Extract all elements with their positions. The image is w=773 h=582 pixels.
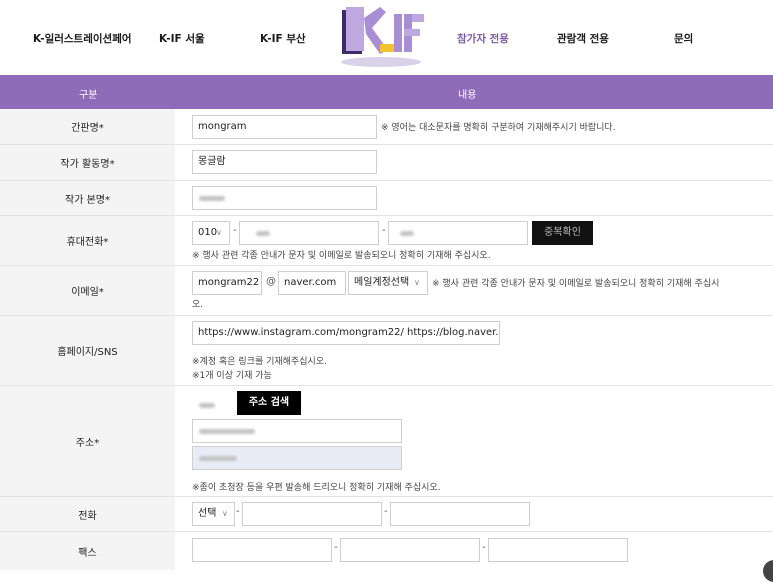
row-fax: 팩스 - - [0,532,773,570]
label-mobile: 휴대전화* [0,216,175,265]
separator-dash: - [384,506,388,517]
nav-item-k-illustration-fair[interactable]: K-일러스트레이션페어 [33,31,132,46]
email-at-sign: @ [266,276,276,287]
email-domain-select-value: 메일계정선택 [354,277,410,288]
table-header: 구분 내용 [0,75,773,109]
phone-last-input[interactable] [390,502,530,526]
chevron-down-icon: ∨ [414,278,420,287]
blurred-text [400,231,414,236]
nav-item-contact[interactable]: 문의 [674,31,693,46]
email-note-line1: ※ 행사 관련 각종 안내가 문자 및 이메일로 발송되오니 정확히 기재해 주… [432,279,720,289]
fax-first-input[interactable] [192,538,332,562]
label-phone: 전화 [0,497,175,531]
label-signboard: 간판명* [0,109,175,144]
nav-item-participants[interactable]: 참가자 전용 [457,31,509,46]
phone-prefix-value: 선택 [198,508,217,519]
nav-item-kif-busan[interactable]: K-IF 부산 [260,31,306,46]
row-email: 이메일* mongram22 @ naver.com 메일계정선택 ∨ ※ 행사… [0,266,773,316]
separator-dash: - [482,542,486,553]
scroll-top-button[interactable] [763,560,773,582]
label-artist-name: 작가 활동명* [0,145,175,180]
homepage-note-2: ※1개 이상 기재 가능 [192,371,272,381]
artist-name-input[interactable]: 몽글람 [192,150,377,174]
label-email: 이메일* [0,266,175,315]
homepage-note-1: ※계정 혹은 링크를 기재해주십시오. [192,357,327,367]
row-phone: 전화 선택 ∨ - - [0,497,773,532]
mobile-prefix-value: 010 [198,227,218,238]
chevron-down-icon: ∨ [216,228,222,237]
blurred-text [199,429,255,434]
row-mobile: 휴대전화* 010 ∨ - - 중복확인 ※ 행사 관련 각종 안내가 문자 및… [0,216,773,266]
row-homepage: 홈페이지/SNS https://www.instagram.com/mongr… [0,316,773,386]
label-real-name: 작가 본명* [0,181,175,215]
blurred-text [199,456,237,461]
signboard-input[interactable]: mongram [192,115,377,139]
homepage-input[interactable]: https://www.instagram.com/mongram22/ htt… [192,321,500,345]
row-signboard: 간판명* mongram ※ 영어는 대소문자를 명확히 구분하여 기재해주시기… [0,109,773,145]
separator-dash: - [236,506,240,517]
nav-item-kif-seoul[interactable]: K-IF 서울 [159,31,205,46]
address-search-button[interactable]: 주소 검색 [237,391,301,415]
kif-logo[interactable] [336,4,426,68]
blurred-postcode [199,403,215,408]
header-label-category: 구분 [79,90,98,101]
blurred-text [199,196,225,201]
label-address: 주소* [0,386,175,496]
fax-middle-input[interactable] [340,538,480,562]
mobile-note: ※ 행사 관련 각종 안내가 문자 및 이메일로 발송되오니 정확히 기재해 주… [192,251,491,261]
separator-dash: - [334,542,338,553]
label-fax: 팩스 [0,532,175,570]
phone-prefix-select[interactable]: 선택 [192,502,235,526]
signboard-note: ※ 영어는 대소문자를 명확히 구분하여 기재해주시기 바랍니다. [381,123,616,133]
label-homepage: 홈페이지/SNS [0,316,175,385]
nav-item-visitors[interactable]: 관람객 전용 [557,31,609,46]
email-note-line2: 오. [192,300,204,310]
phone-middle-input[interactable] [242,502,382,526]
separator-dash: - [233,225,237,236]
email-domain-input[interactable]: naver.com [278,271,346,295]
header-label-content: 내용 [458,90,477,101]
row-address: 주소* 주소 검색 ※종이 초청장 등을 우편 발송해 드리오니 정확히 기재해… [0,386,773,497]
top-nav: K-일러스트레이션페어 K-IF 서울 K-IF 부산 참가자 전용 관람객 전… [0,0,773,75]
mobile-prefix-select[interactable]: 010 [192,221,230,245]
chevron-down-icon: ∨ [222,509,228,518]
row-real-name: 작가 본명* [0,181,773,216]
fax-last-input[interactable] [488,538,628,562]
row-artist-name: 작가 활동명* 몽글람 [0,145,773,181]
email-id-input[interactable]: mongram22 [192,271,262,295]
duplicate-check-button[interactable]: 중복확인 [532,221,593,245]
separator-dash: - [382,225,386,236]
blurred-text [256,231,270,236]
address-note: ※종이 초청장 등을 우편 발송해 드리오니 정확히 기재해 주십시오. [192,483,441,493]
